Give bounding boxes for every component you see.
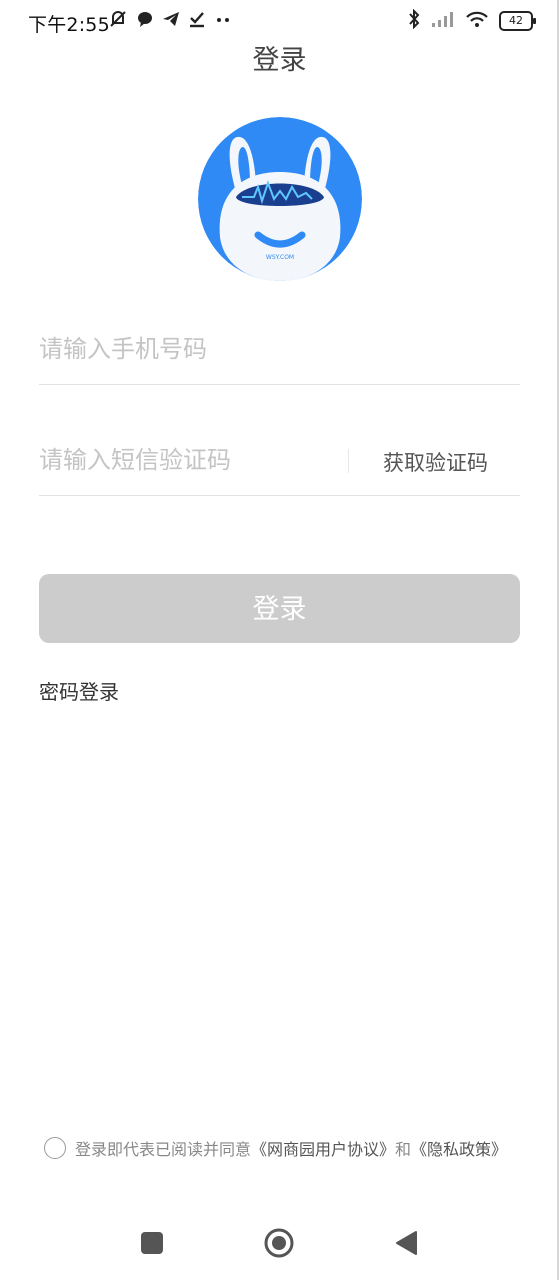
divider: [348, 449, 349, 473]
sms-code-input[interactable]: [39, 425, 339, 495]
privacy-policy-link[interactable]: 《隐私政策》: [411, 1136, 507, 1160]
chat-icon: [136, 10, 154, 32]
mute-icon: [108, 9, 128, 33]
agreement-row: 登录即代表已阅读并同意 《网商园用户协议》 和 《隐私政策》: [44, 1136, 507, 1160]
svg-text:WSY.COM: WSY.COM: [266, 254, 294, 261]
login-button[interactable]: 登录: [39, 574, 520, 643]
home-icon[interactable]: [264, 1228, 294, 1258]
signal-icon: [431, 10, 455, 32]
battery-icon: 42: [499, 11, 536, 31]
get-code-button[interactable]: 获取验证码: [383, 447, 488, 477]
status-bar: 下午2:55 42: [0, 0, 559, 42]
app-logo: WSY.COM: [198, 117, 362, 281]
bluetooth-icon: [407, 8, 421, 33]
password-login-link[interactable]: 密码登录: [39, 676, 119, 705]
system-nav-bar: [0, 1200, 559, 1280]
user-agreement-link[interactable]: 《网商园用户协议》: [251, 1136, 395, 1160]
page-title: 登录: [252, 45, 307, 76]
recent-apps-icon[interactable]: [141, 1232, 163, 1254]
wifi-icon: [465, 10, 489, 32]
sms-code-field: 获取验证码: [39, 425, 520, 496]
check-icon: [188, 10, 206, 32]
status-time: 下午2:55: [28, 14, 110, 36]
more-dots-icon: [214, 10, 232, 32]
back-icon[interactable]: [394, 1230, 418, 1256]
agreement-prefix: 登录即代表已阅读并同意: [75, 1140, 252, 1159]
phone-field: [39, 314, 520, 385]
telegram-icon: [162, 10, 180, 32]
phone-input[interactable]: [39, 314, 520, 384]
agreement-radio[interactable]: [44, 1137, 66, 1159]
agreement-connector: 和: [395, 1140, 412, 1159]
